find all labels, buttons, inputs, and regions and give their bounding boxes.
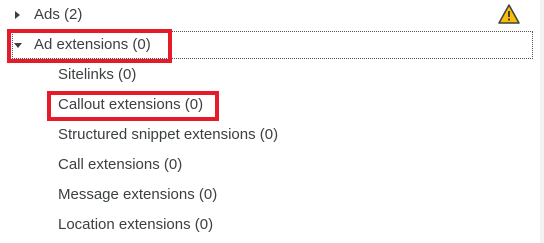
- tree-item-label: Call extensions (0): [58, 156, 183, 173]
- tree-item-ad-extensions[interactable]: Ad extensions (0): [0, 30, 540, 60]
- tree-item-message-extensions[interactable]: Message extensions (0): [0, 180, 540, 210]
- tree-item-callout-extensions[interactable]: Callout extensions (0): [0, 90, 540, 120]
- tree-item-ads[interactable]: Ads (2): [0, 0, 540, 30]
- warning-icon: [498, 4, 520, 24]
- scrollbar[interactable]: [540, 0, 544, 243]
- tree-item-ad-extensions-label: Ad extensions (0): [34, 36, 151, 53]
- tree-item-sitelinks[interactable]: Sitelinks (0): [0, 60, 540, 90]
- tree-item-label: Location extensions (0): [58, 216, 214, 233]
- tree-item-call-extensions[interactable]: Call extensions (0): [0, 150, 540, 180]
- tree-item-ads-label: Ads (2): [34, 6, 83, 23]
- tree-item-location-extensions[interactable]: Location extensions (0): [0, 210, 540, 240]
- chevron-down-icon[interactable]: [14, 43, 22, 48]
- tree-item-label: Callout extensions (0): [58, 96, 204, 113]
- chevron-right-icon[interactable]: [15, 11, 20, 19]
- tree-item-label: Message extensions (0): [58, 186, 218, 203]
- tree-item-structured-snippet-extensions[interactable]: Structured snippet extensions (0): [0, 120, 540, 150]
- tree-item-label: Structured snippet extensions (0): [58, 126, 279, 143]
- tree-item-label: Sitelinks (0): [58, 66, 137, 83]
